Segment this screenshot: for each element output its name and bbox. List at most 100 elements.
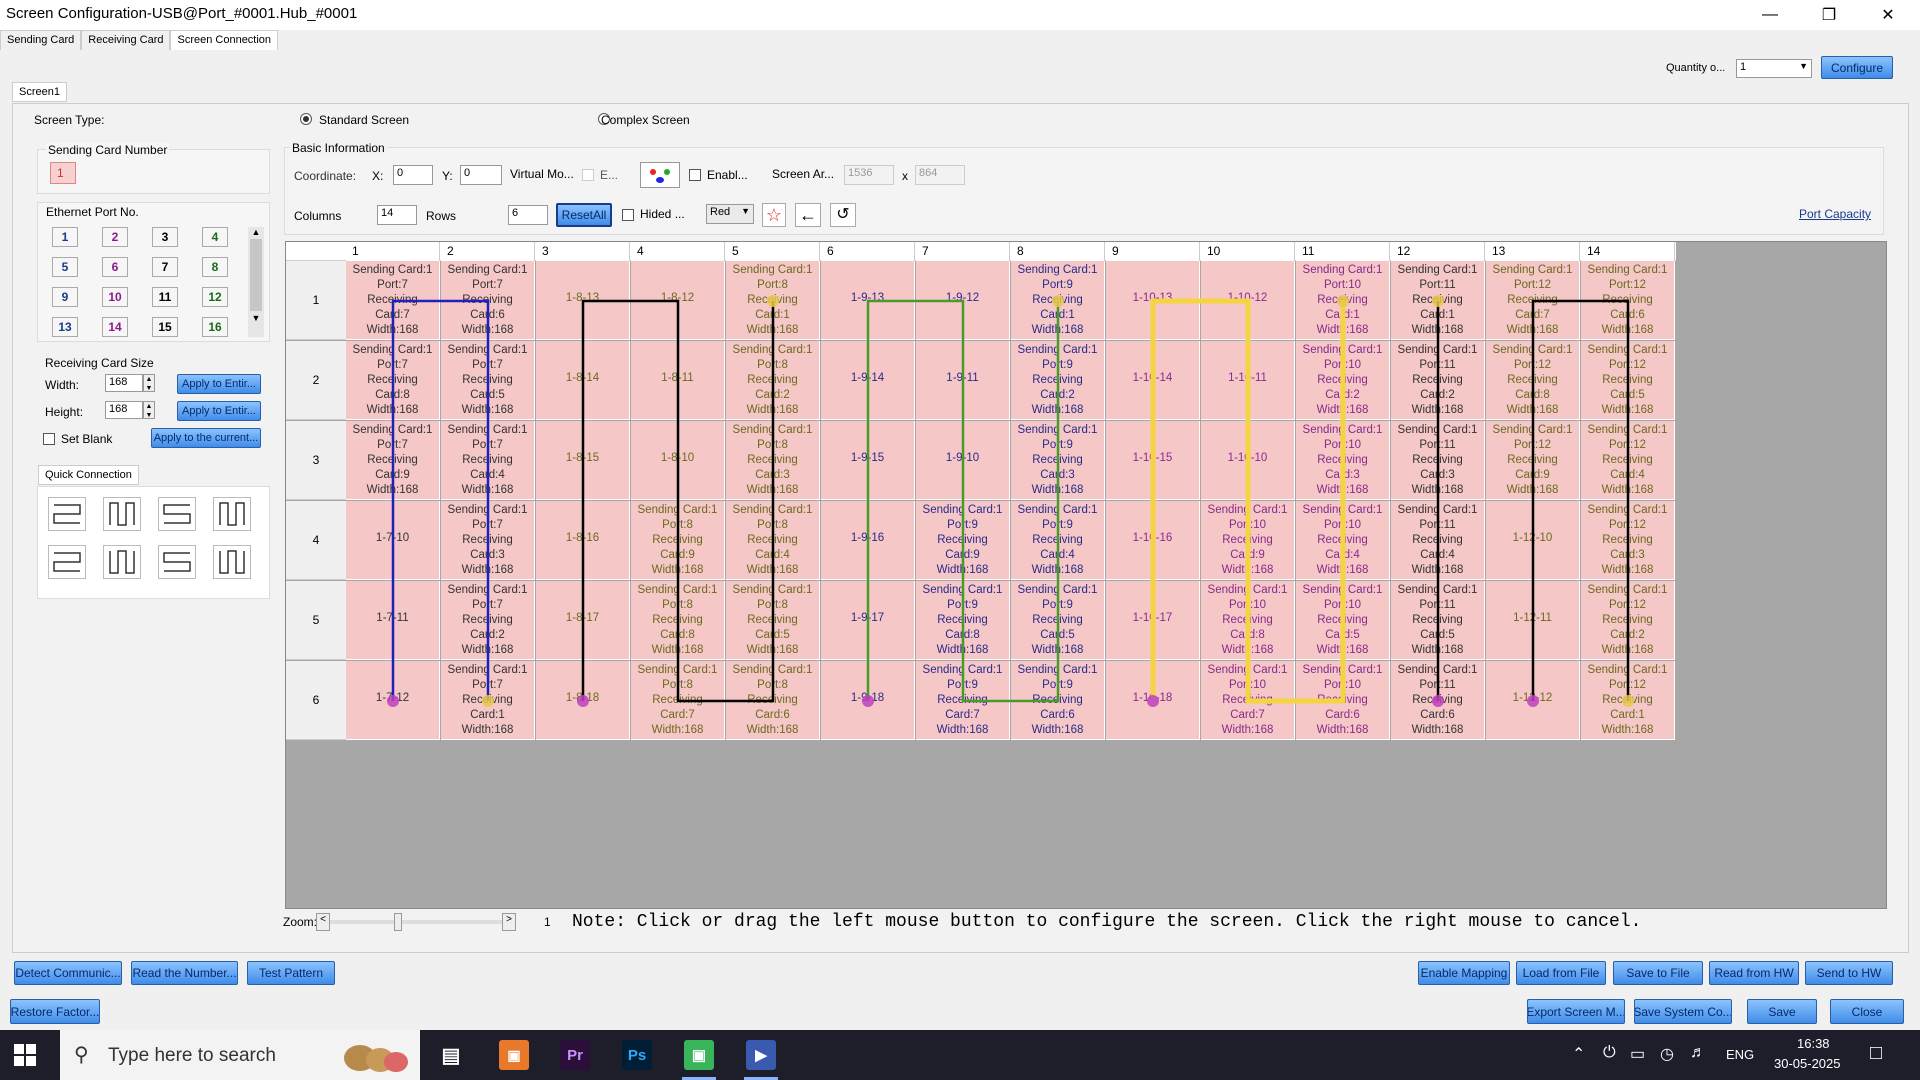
notification-icon[interactable]: □ bbox=[1870, 1042, 1882, 1065]
rows-input[interactable]: 6 bbox=[508, 205, 548, 225]
screen-cell[interactable]: 1-10-17 bbox=[1106, 581, 1200, 660]
ethernet-port-9[interactable]: 9 bbox=[52, 287, 78, 307]
screen-cell[interactable]: Sending Card:1 Port:7 Receiving Card:7 Width… bbox=[346, 261, 440, 340]
chevron-up-icon[interactable]: ⌃ bbox=[1572, 1044, 1585, 1064]
screen-cell[interactable]: Sending Card:1 Port:11 Receiving Card:4 Widt… bbox=[1391, 501, 1485, 580]
screen-cell[interactable]: Sending Card:1 Port:12 Receiving Card:4 Widt… bbox=[1581, 421, 1675, 500]
screen-cell[interactable]: Sending Card:1 Port:8 Receiving Card:8 Width… bbox=[631, 581, 725, 660]
scroll-up-icon[interactable]: ▲ bbox=[248, 227, 264, 237]
screen-cell[interactable]: 1-10-14 bbox=[1106, 341, 1200, 420]
screen-cell[interactable]: 1-10-11 bbox=[1201, 341, 1295, 420]
screen-cell[interactable]: 1-12-10 bbox=[1486, 501, 1580, 580]
screen-cell[interactable]: 1-10-13 bbox=[1106, 261, 1200, 340]
screen-cell[interactable]: Sending Card:1 Port:11 Receiving Card:1 Widt… bbox=[1391, 261, 1485, 340]
screen-cell[interactable]: Sending Card:1 Port:12 Receiving Card:2 Widt… bbox=[1581, 581, 1675, 660]
scroll-down-icon[interactable]: ▼ bbox=[248, 313, 264, 323]
column-header[interactable]: 10 bbox=[1201, 242, 1295, 261]
column-header[interactable]: 11 bbox=[1296, 242, 1390, 261]
led-config-app-icon[interactable]: ▶ bbox=[746, 1040, 776, 1070]
screen-cell[interactable]: Sending Card:1 Port:7 Receiving Card:9 Width… bbox=[346, 421, 440, 500]
column-header[interactable]: 2 bbox=[441, 242, 535, 261]
ethernet-port-11[interactable]: 11 bbox=[152, 287, 178, 307]
e-checkbox[interactable] bbox=[582, 169, 594, 181]
screen-cell[interactable]: Sending Card:1 Port:11 Receiving Card:5 Widt… bbox=[1391, 581, 1485, 660]
screen-cell[interactable]: Sending Card:1 Port:9 Receiving Card:5 Width… bbox=[1011, 581, 1105, 660]
screen-cell[interactable]: 1-8-15 bbox=[536, 421, 630, 500]
columns-input[interactable]: 14 bbox=[377, 205, 417, 225]
reset-all-button[interactable]: ResetAll bbox=[556, 203, 612, 227]
column-header[interactable]: 7 bbox=[916, 242, 1010, 261]
screen-cell[interactable]: Sending Card:1 Port:12 Receiving Card:1 Widt… bbox=[1581, 661, 1675, 740]
screen-cell[interactable]: Sending Card:1 Port:9 Receiving Card:7 Width… bbox=[916, 661, 1010, 740]
port-capacity-link[interactable]: Port Capacity bbox=[1799, 207, 1871, 221]
screen-cell[interactable]: Sending Card:1 Port:9 Receiving Card:8 Width… bbox=[916, 581, 1010, 660]
screen-cell[interactable]: 1-8-16 bbox=[536, 501, 630, 580]
screen-cell[interactable]: 1-10-16 bbox=[1106, 501, 1200, 580]
screen-cell[interactable]: 1-10-10 bbox=[1201, 421, 1295, 500]
zoom-slider-track[interactable] bbox=[330, 920, 502, 924]
language-indicator[interactable]: ENG bbox=[1726, 1047, 1754, 1062]
screen-cell[interactable]: 1-9-16 bbox=[821, 501, 915, 580]
restore-factory-button[interactable]: Restore Factor... bbox=[10, 999, 100, 1024]
snake-reverse-icon[interactable] bbox=[158, 497, 196, 531]
row-header[interactable]: 4 bbox=[286, 501, 346, 580]
premiere-pro-icon[interactable]: Pr bbox=[560, 1040, 590, 1070]
screen-cell[interactable]: Sending Card:1 Port:11 Receiving Card:2 Widt… bbox=[1391, 341, 1485, 420]
volume-icon[interactable]: ♬ bbox=[1690, 1044, 1706, 1062]
screen-cell[interactable]: 1-9-12 bbox=[916, 261, 1010, 340]
width-input[interactable]: 168 bbox=[105, 374, 143, 392]
send-to-hw-button[interactable]: Send to HW bbox=[1805, 961, 1893, 985]
ethernet-port-14[interactable]: 14 bbox=[102, 317, 128, 337]
standard-screen-radio[interactable] bbox=[300, 113, 312, 125]
ethernet-port-3[interactable]: 3 bbox=[152, 227, 178, 247]
screen-cell[interactable]: 1-9-17 bbox=[821, 581, 915, 660]
screen-cell[interactable]: Sending Card:1 Port:8 Receiving Card:4 Width… bbox=[726, 501, 820, 580]
row-header[interactable]: 3 bbox=[286, 421, 346, 500]
ethernet-port-16[interactable]: 16 bbox=[202, 317, 228, 337]
export-screen-map-button[interactable]: Export Screen M... bbox=[1527, 999, 1625, 1024]
screen-cell[interactable]: Sending Card:1 Port:7 Receiving Card:5 Width… bbox=[441, 341, 535, 420]
file-explorer-icon[interactable]: ▣ bbox=[499, 1040, 529, 1070]
column-header[interactable]: 1 bbox=[346, 242, 440, 261]
ethernet-port-10[interactable]: 10 bbox=[102, 287, 128, 307]
screen-cell[interactable]: 1-9-15 bbox=[821, 421, 915, 500]
ethernet-port-1[interactable]: 1 bbox=[52, 227, 78, 247]
screen-cell[interactable]: Sending Card:1 Port:9 Receiving Card:4 Width… bbox=[1011, 501, 1105, 580]
screen-cell[interactable]: 1-7-12 bbox=[346, 661, 440, 740]
arrow-left-icon[interactable]: ← bbox=[795, 203, 821, 227]
screen-cell[interactable]: Sending Card:1 Port:10 Receiving Card:4 Widt… bbox=[1296, 501, 1390, 580]
apply-entire-height-button[interactable]: Apply to Entir... bbox=[177, 401, 261, 421]
ethernet-port-6[interactable]: 6 bbox=[102, 257, 128, 277]
column-header[interactable]: 9 bbox=[1106, 242, 1200, 261]
tab-screen-connection[interactable]: Screen Connection bbox=[170, 30, 279, 50]
screen-cell[interactable]: 1-9-11 bbox=[916, 341, 1010, 420]
screen-cell[interactable]: Sending Card:1 Port:10 Receiving Card:9 Widt… bbox=[1201, 501, 1295, 580]
enable-checkbox[interactable] bbox=[689, 169, 701, 181]
tab-sending-card[interactable]: Sending Card bbox=[0, 30, 82, 50]
ethernet-port-12[interactable]: 12 bbox=[202, 287, 228, 307]
screen-cell[interactable]: Sending Card:1 Port:10 Receiving Card:8 Widt… bbox=[1201, 581, 1295, 660]
screen-cell[interactable]: Sending Card:1 Port:11 Receiving Card:6 Widt… bbox=[1391, 661, 1485, 740]
battery-icon[interactable]: ▭ bbox=[1630, 1044, 1645, 1064]
screen-cell[interactable]: Sending Card:1 Port:9 Receiving Card:6 Width… bbox=[1011, 661, 1105, 740]
screen-cell[interactable]: 1-8-18 bbox=[536, 661, 630, 740]
quantity-select[interactable]: 1 ▼ bbox=[1736, 59, 1812, 78]
screen-grid-area[interactable]: 1 2 3 4 5 6 7 8 9 10 11 12 13 14 1 2 3 4 5 6 Sending Card:1 P… bbox=[285, 241, 1887, 909]
screen-cell[interactable]: Sending Card:1 Port:11 Receiving Card:3 Widt… bbox=[1391, 421, 1485, 500]
column-header[interactable]: 14 bbox=[1581, 242, 1675, 261]
screen-cell[interactable]: 1-10-12 bbox=[1201, 261, 1295, 340]
apply-entire-width-button[interactable]: Apply to Entir... bbox=[177, 374, 261, 394]
screen-cell[interactable]: Sending Card:1 Port:8 Receiving Card:3 Width… bbox=[726, 421, 820, 500]
screen-cell[interactable]: Sending Card:1 Port:10 Receiving Card:3 Widt… bbox=[1296, 421, 1390, 500]
tab-receiving-card[interactable]: Receiving Card bbox=[81, 30, 171, 50]
screen-cell[interactable]: 1-9-10 bbox=[916, 421, 1010, 500]
taskbar-search-box[interactable]: ⚲ Type here to search bbox=[60, 1030, 420, 1080]
screen-cell[interactable]: Sending Card:1 Port:12 Receiving Card:3 Widt… bbox=[1581, 501, 1675, 580]
tab-screen1[interactable]: Screen1 bbox=[12, 82, 67, 102]
row-header[interactable]: 1 bbox=[286, 261, 346, 340]
color-select[interactable]: Red ▼ bbox=[706, 204, 754, 224]
column-header[interactable]: 8 bbox=[1011, 242, 1105, 261]
screen-width-input[interactable]: 1536 bbox=[844, 165, 894, 185]
screen-cell[interactable]: Sending Card:1 Port:8 Receiving Card:9 Width… bbox=[631, 501, 725, 580]
screen-cell[interactable]: Sending Card:1 Port:12 Receiving Card:9 Widt… bbox=[1486, 421, 1580, 500]
